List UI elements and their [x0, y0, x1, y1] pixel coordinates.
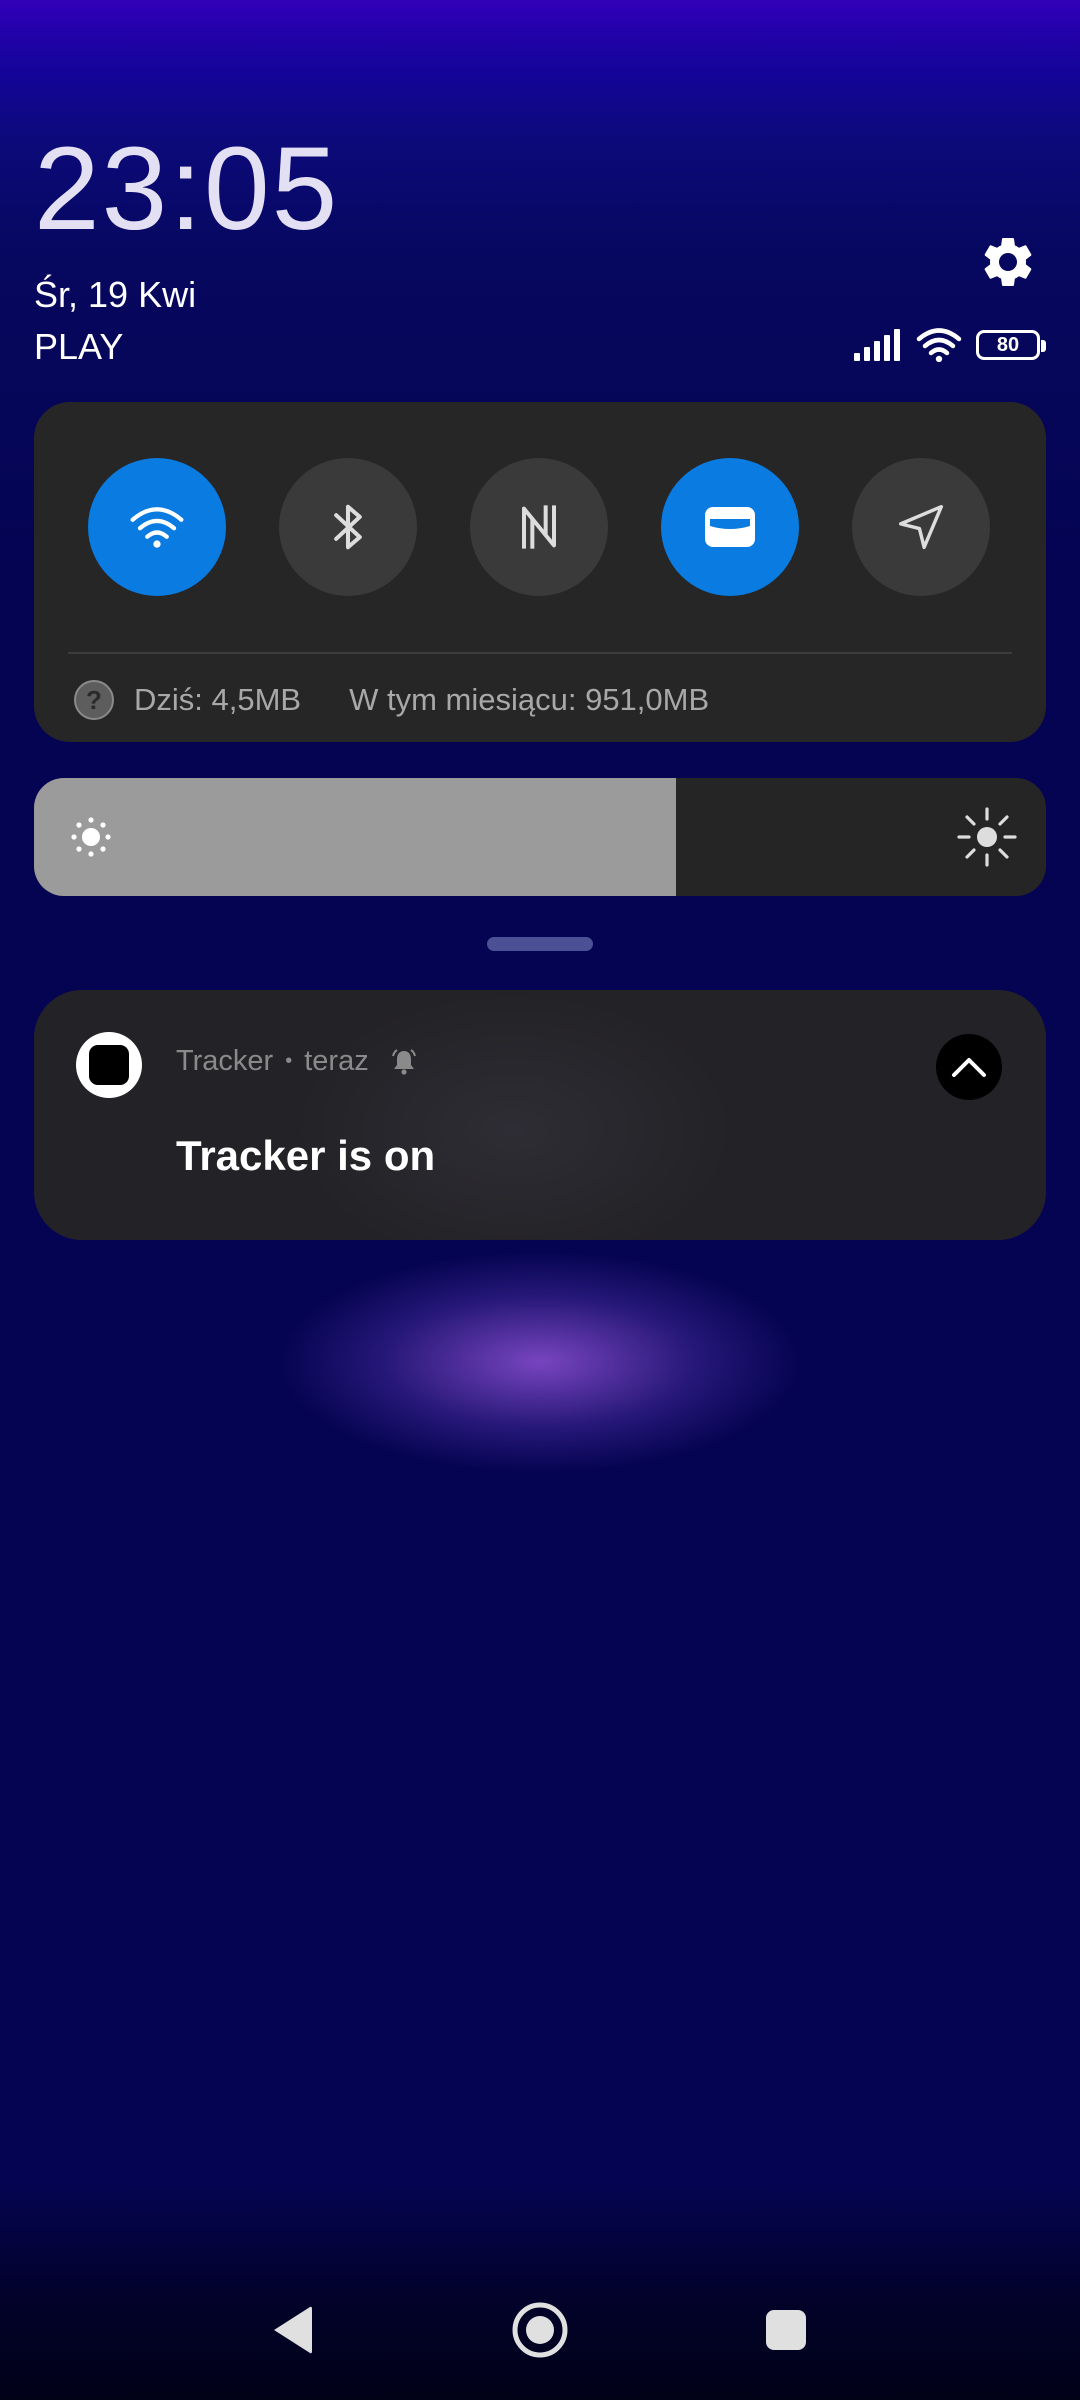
chevron-up-icon: [952, 1058, 986, 1077]
home-button[interactable]: [504, 2294, 576, 2366]
notification-app-name: Tracker: [176, 1045, 274, 1077]
bell-alert-icon: [391, 1048, 416, 1075]
clock-time[interactable]: 23:05: [34, 130, 339, 248]
settings-gear-icon[interactable]: [978, 232, 1038, 292]
panel-divider: [68, 652, 1012, 654]
wifi-toggle[interactable]: [88, 458, 226, 596]
collapse-notification-button[interactable]: [936, 1034, 1002, 1100]
nfc-icon: [522, 505, 556, 549]
back-triangle-icon: [274, 2306, 312, 2354]
battery-level: 80: [996, 333, 1020, 356]
notification-header: Tracker • teraz: [176, 1045, 419, 1078]
back-button[interactable]: [256, 2294, 328, 2366]
bluetooth-toggle[interactable]: [279, 458, 417, 596]
brightness-slider[interactable]: [34, 778, 1046, 896]
navigation-bar: [0, 2280, 1080, 2380]
battery-icon: 80: [976, 330, 1046, 360]
question-icon: ?: [74, 680, 114, 720]
bluetooth-icon: [334, 504, 362, 550]
date-label[interactable]: Śr, 19 Kwi: [34, 274, 196, 316]
location-arrow-icon: [898, 504, 944, 550]
home-circle-icon: [512, 2302, 568, 2358]
carrier-label: PLAY: [34, 326, 124, 367]
data-usage-row[interactable]: ? Dziś: 4,5MB W tym miesiącu: 951,0MB: [74, 674, 709, 726]
notification-time: teraz: [304, 1045, 369, 1077]
quick-settings-panel: ? Dziś: 4,5MB W tym miesiącu: 951,0MB: [34, 402, 1046, 742]
usage-month: W tym miesiącu: 951,0MB: [349, 682, 710, 717]
recents-button[interactable]: [750, 2294, 822, 2366]
panel-drag-handle[interactable]: [487, 937, 593, 951]
wifi-status-icon: [916, 328, 962, 362]
brightness-high-icon: [957, 807, 1017, 867]
location-toggle[interactable]: [852, 458, 990, 596]
status-icons: 80: [854, 328, 1046, 362]
tracker-notification[interactable]: Tracker • teraz Tracker is on: [34, 990, 1046, 1240]
recents-square-icon: [766, 2310, 806, 2350]
signal-icon: [854, 329, 900, 361]
card-icon: [705, 507, 755, 547]
usage-today: Dziś: 4,5MB: [134, 682, 302, 717]
card-toggle[interactable]: [661, 458, 799, 596]
brightness-low-icon: [71, 817, 111, 857]
notification-text: Tracker is on: [176, 1132, 436, 1179]
wifi-icon: [130, 507, 184, 548]
separator-dot: •: [285, 1050, 293, 1072]
brightness-fill: [34, 778, 676, 896]
tracker-app-icon: [76, 1032, 142, 1098]
nfc-toggle[interactable]: [470, 458, 608, 596]
